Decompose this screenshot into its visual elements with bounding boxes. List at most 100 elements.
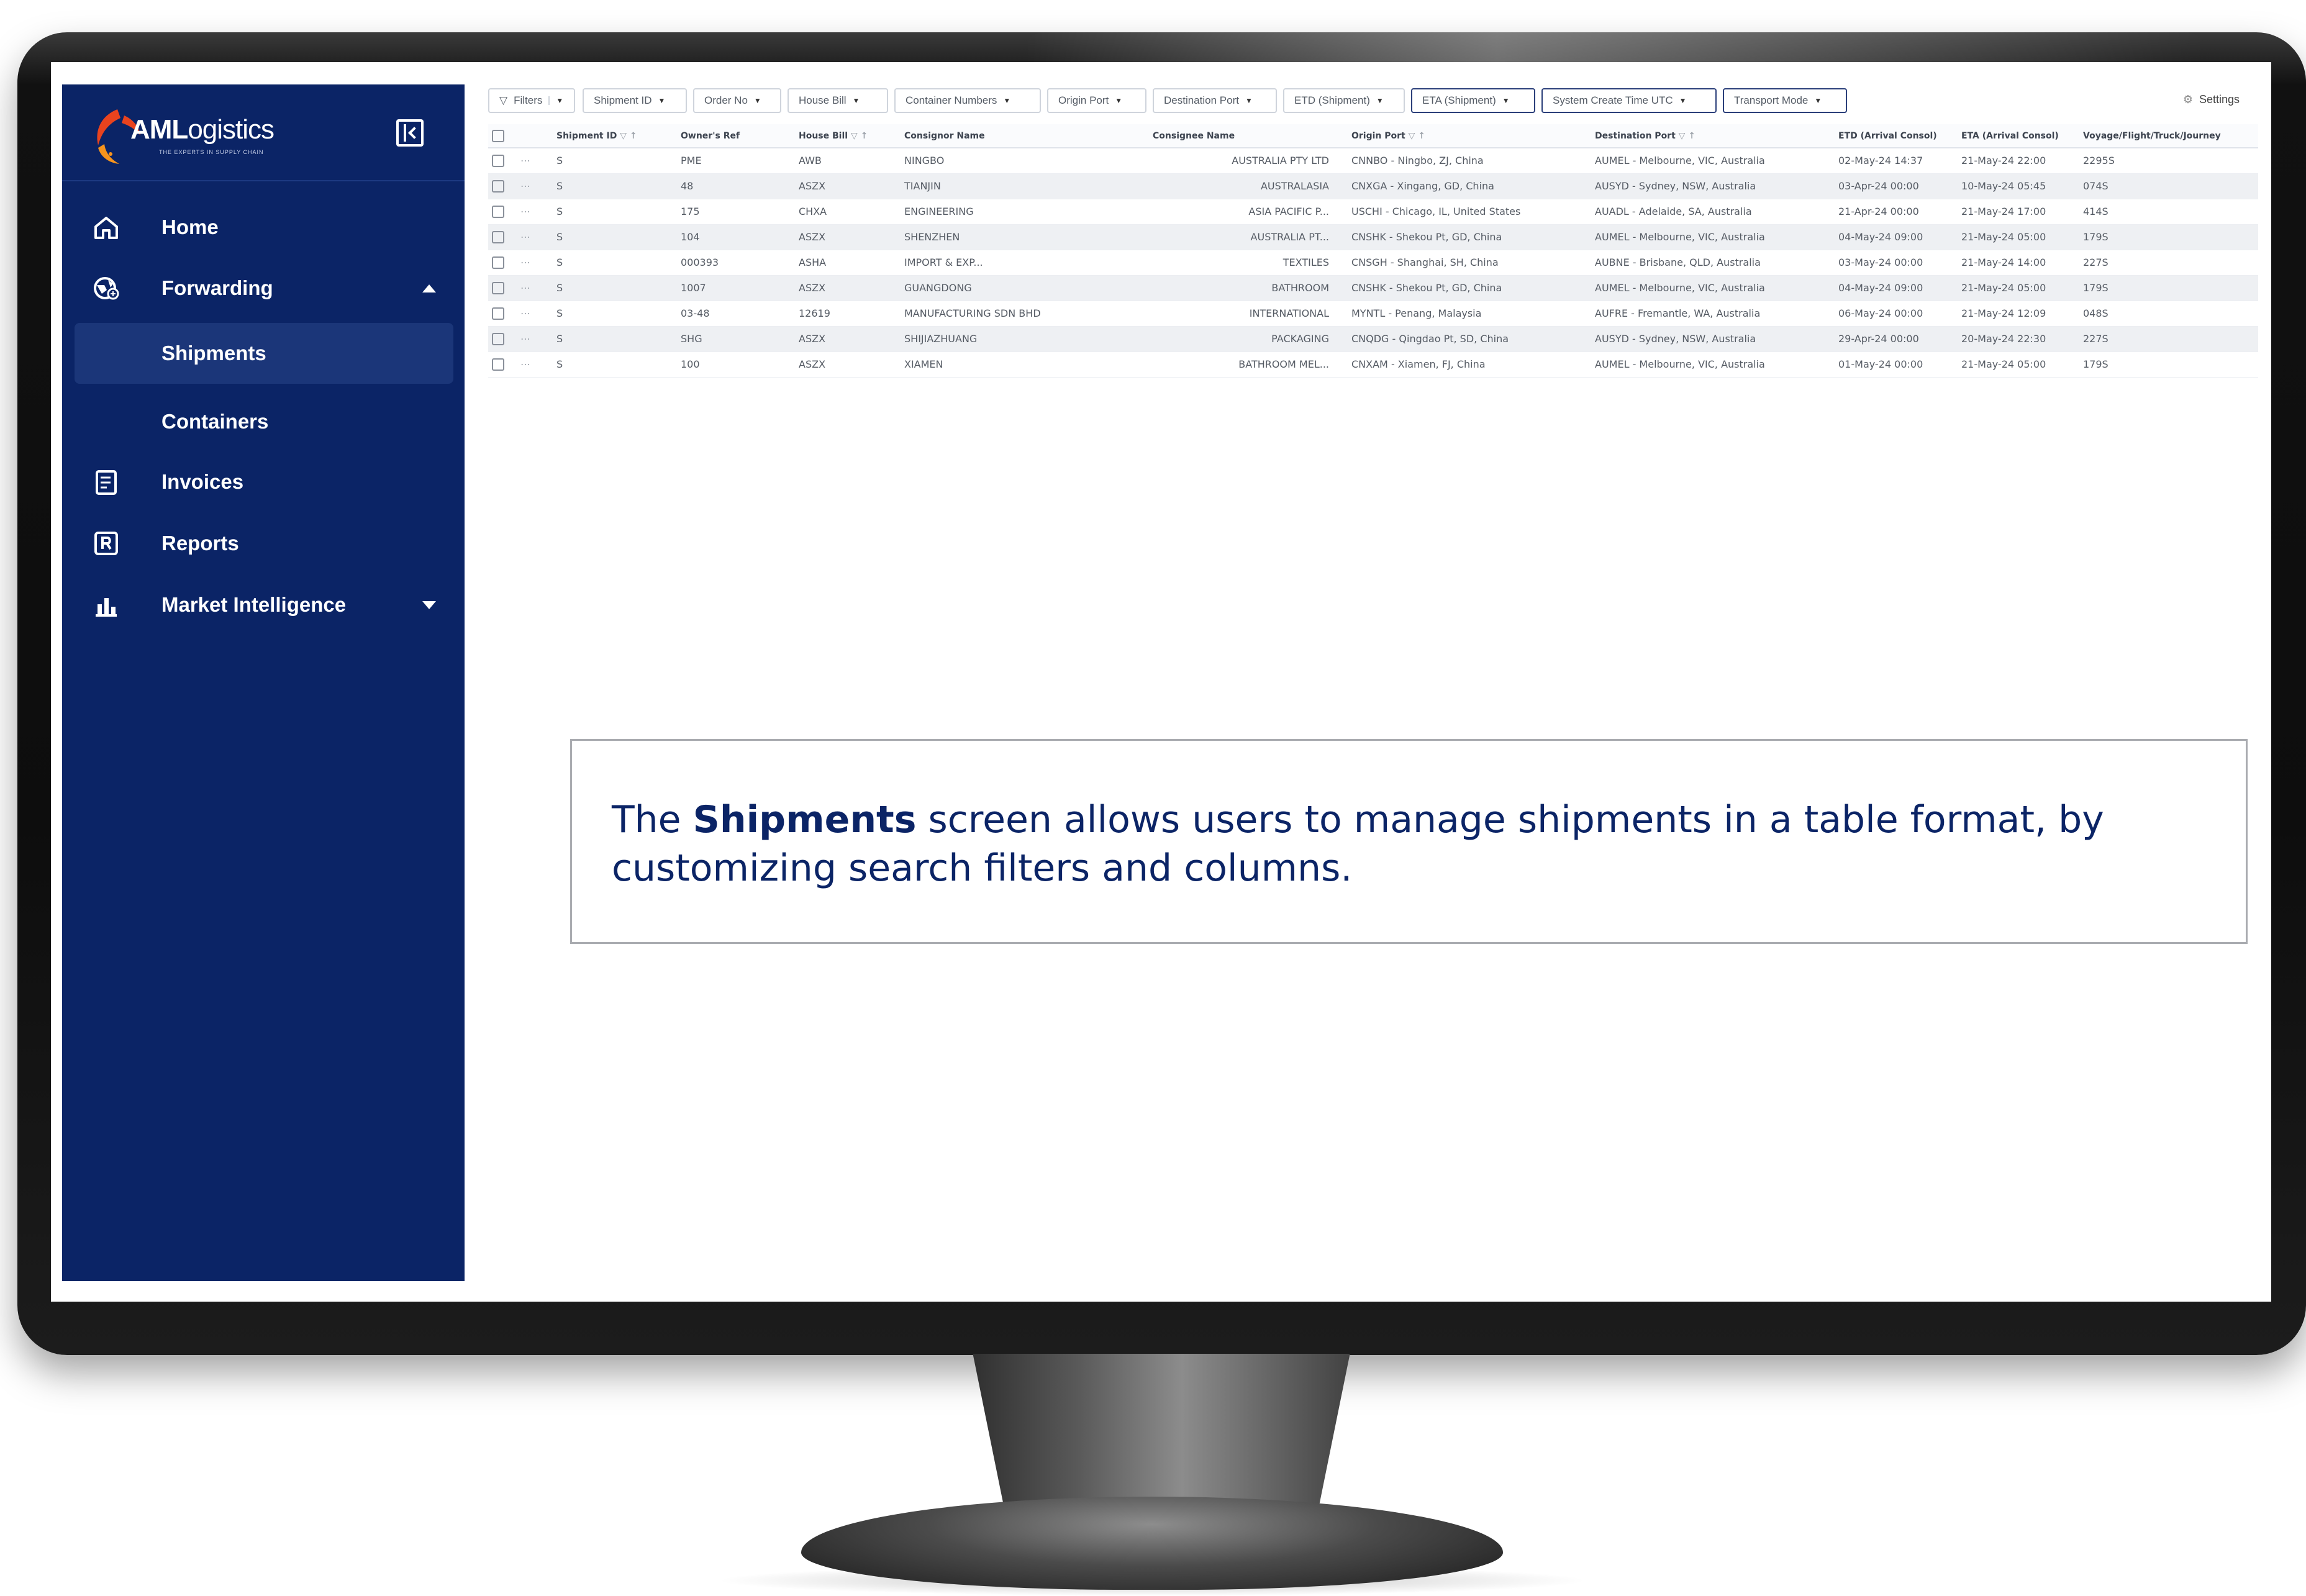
table-cell: SHENZHEN (901, 224, 1149, 250)
table-row[interactable]: ⋯ S 100 ASZX XIAMEN BATHROOM MEL... CNXAM - Xi… (488, 351, 2258, 378)
table-row[interactable]: ⋯ S 03-48 12619 MANUFACTURING SDN BHD INTERNA… (488, 301, 2258, 327)
table-cell: INTERNATIONAL (1149, 301, 1348, 327)
row-menu-icon[interactable]: ⋯ (517, 224, 553, 250)
table-cell: AUADL - Adelaide, SA, Australia (1591, 199, 1835, 225)
checkbox[interactable] (492, 230, 504, 243)
column-header[interactable]: Shipment ID ▽ ↑ (553, 124, 677, 148)
sidebar-item-home[interactable]: Home (75, 201, 453, 254)
table-cell: 21-May-24 22:00 (1958, 148, 2079, 174)
row-menu-icon[interactable]: ⋯ (517, 173, 553, 199)
filters-button[interactable]: ▽ Filters ▼ (488, 88, 575, 113)
row-menu-icon[interactable]: ⋯ (517, 351, 553, 378)
select-all-checkbox[interactable] (488, 124, 517, 148)
column-header[interactable]: Consignee Name (1149, 124, 1348, 148)
table-row[interactable]: ⋯ S 104 ASZX SHENZHEN AUSTRALIA PT... CNSHK - … (488, 224, 2258, 250)
table-row[interactable]: ⋯ S PME AWB NINGBO AUSTRALIA PTY LTD CNNBO - N… (488, 148, 2258, 174)
row-checkbox-cell[interactable] (488, 275, 517, 301)
filter-icon[interactable]: ▽ ↑ (1679, 131, 1695, 141)
table-row[interactable]: ⋯ S 000393 ASHA IMPORT & EXP... TEXTILES CNSGH… (488, 250, 2258, 276)
checkbox[interactable] (492, 256, 504, 269)
checkbox[interactable] (492, 179, 504, 193)
row-menu-icon[interactable]: ⋯ (517, 148, 553, 174)
table-cell: S (553, 224, 677, 250)
filter-container-numbers[interactable]: Container Numbers ▼ (894, 88, 1041, 113)
checkbox[interactable] (492, 358, 504, 371)
filter-icon[interactable]: ▽ ↑ (851, 131, 868, 141)
checkbox[interactable] (492, 155, 504, 167)
table-cell: 20-May-24 22:30 (1958, 326, 2079, 352)
filter-origin-port[interactable]: Origin Port ▼ (1047, 88, 1146, 113)
row-checkbox-cell[interactable] (488, 326, 517, 352)
row-checkbox-cell[interactable] (488, 199, 517, 225)
sidebar-item-forwarding[interactable]: Forwarding (75, 261, 453, 315)
sidebar-item-reports[interactable]: Reports (75, 517, 453, 570)
table-row[interactable]: ⋯ S 175 CHXA ENGINEERING ASIA PACIFIC P... USC… (488, 199, 2258, 225)
column-header[interactable]: House Bill ▽ ↑ (795, 124, 901, 148)
filter-label: Transport Mode (1734, 94, 1809, 106)
shipments-table: Shipment ID ▽ ↑ Owner's Ref House Bill ▽… (488, 124, 2258, 378)
chevron-down-icon: ▼ (658, 96, 666, 105)
filter-transport-mode[interactable]: Transport Mode ▼ (1723, 88, 1847, 113)
filter-house-bill[interactable]: House Bill ▼ (788, 88, 888, 113)
filter-etd-shipment[interactable]: ETD (Shipment) ▼ (1283, 88, 1405, 113)
filter-destination-port[interactable]: Destination Port ▼ (1153, 88, 1277, 113)
checkbox[interactable] (492, 281, 504, 294)
checkbox[interactable] (492, 332, 504, 345)
filter-icon[interactable]: ▽ ↑ (1409, 131, 1425, 141)
sidebar-item-containers[interactable]: Containers (75, 395, 453, 448)
row-checkbox-cell[interactable] (488, 173, 517, 199)
collapse-sidebar-icon[interactable] (396, 119, 424, 147)
settings-button[interactable]: ⚙ Settings (2183, 93, 2240, 106)
checkbox[interactable] (492, 307, 504, 320)
row-menu-icon[interactable]: ⋯ (517, 250, 553, 276)
filter-icon[interactable]: ▽ ↑ (620, 131, 637, 141)
table-cell: GUANGDONG (901, 275, 1149, 301)
table-cell: AWB (795, 148, 901, 174)
row-menu-icon[interactable]: ⋯ (517, 301, 553, 327)
column-header[interactable]: Consignor Name (901, 124, 1149, 148)
row-checkbox-cell[interactable] (488, 148, 517, 174)
table-cell: BATHROOM (1149, 275, 1348, 301)
column-header[interactable]: ETA (Arrival Consol) (1958, 124, 2079, 148)
chevron-down-icon: ▼ (1245, 96, 1253, 105)
column-header[interactable]: Origin Port ▽ ↑ (1348, 124, 1591, 148)
table-cell: 100 (677, 351, 795, 378)
table-row[interactable]: ⋯ S 1007 ASZX GUANGDONG BATHROOM CNSHK - Sheko… (488, 275, 2258, 301)
row-checkbox-cell[interactable] (488, 250, 517, 276)
row-menu-icon[interactable]: ⋯ (517, 326, 553, 352)
column-header[interactable]: ETD (Arrival Consol) (1835, 124, 1958, 148)
column-header[interactable]: Owner's Ref (677, 124, 795, 148)
checkbox[interactable] (492, 129, 504, 142)
table-cell: 03-Apr-24 00:00 (1835, 173, 1958, 199)
table-cell: PACKAGING (1149, 326, 1348, 352)
filter-order-no[interactable]: Order No ▼ (693, 88, 781, 113)
filter-system-create-time[interactable]: System Create Time UTC ▼ (1541, 88, 1717, 113)
filter-label: Filters (514, 94, 543, 106)
sidebar-item-shipments[interactable]: Shipments (75, 323, 453, 384)
row-checkbox-cell[interactable] (488, 351, 517, 378)
row-checkbox-cell[interactable] (488, 301, 517, 327)
chevron-down-icon: ▼ (1814, 96, 1822, 105)
checkbox[interactable] (492, 205, 504, 218)
sidebar-item-market-intelligence[interactable]: Market Intelligence (75, 578, 453, 632)
filter-shipment-id[interactable]: Shipment ID ▼ (583, 88, 687, 113)
gear-icon: ⚙ (2182, 93, 2193, 106)
row-menu-icon[interactable]: ⋯ (517, 199, 553, 225)
table-row[interactable]: ⋯ S SHG ASZX SHIJIAZHUANG PACKAGING CNQDG - Qi… (488, 326, 2258, 352)
table-cell: TEXTILES (1149, 250, 1348, 276)
table-cell: 02-May-24 14:37 (1835, 148, 1958, 174)
sidebar-item-invoices[interactable]: Invoices (75, 455, 453, 509)
table-row[interactable]: ⋯ S 48 ASZX TIANJIN AUSTRALASIA CNXGA - Xingan… (488, 173, 2258, 199)
brand-logo[interactable]: AMLogistics THE EXPERTS IN SUPPLY CHAIN (89, 101, 294, 169)
sidebar-item-label: Home (161, 215, 219, 238)
row-menu-icon[interactable]: ⋯ (517, 275, 553, 301)
row-checkbox-cell[interactable] (488, 224, 517, 250)
column-header[interactable]: Destination Port ▽ ↑ (1591, 124, 1835, 148)
reports-icon (94, 532, 118, 555)
chevron-up-icon (422, 284, 436, 292)
table-cell: 074S (2079, 173, 2258, 199)
table-cell: AUSTRALIA PT... (1149, 224, 1348, 250)
table-cell: MYNTL - Penang, Malaysia (1348, 301, 1591, 327)
filter-eta-shipment[interactable]: ETA (Shipment) ▼ (1411, 88, 1535, 113)
column-header[interactable]: Voyage/Flight/Truck/Journey (2079, 124, 2258, 148)
